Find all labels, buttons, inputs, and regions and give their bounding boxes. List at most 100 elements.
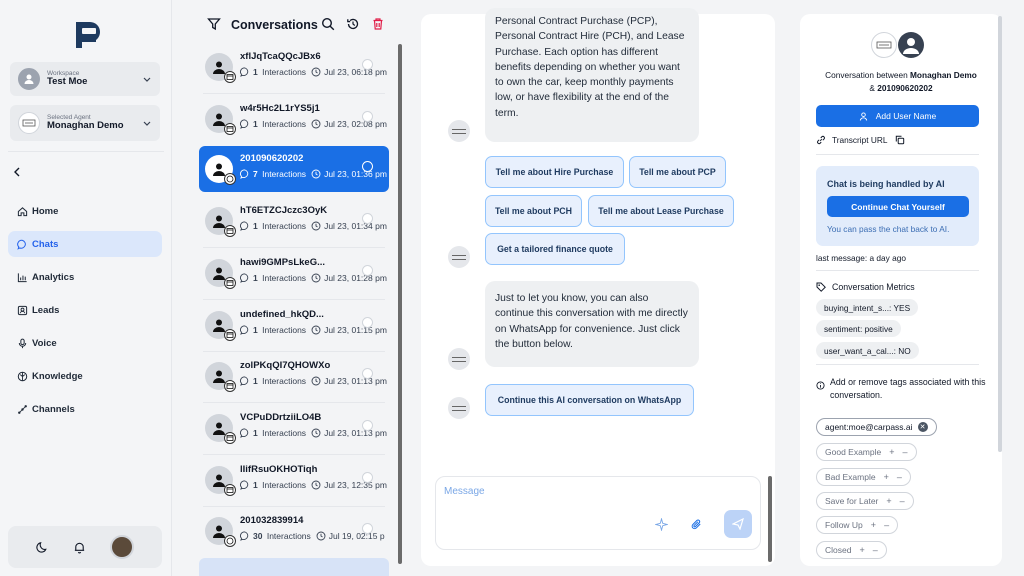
metric-chip: user_want_a_cal...: NO <box>816 342 919 359</box>
conversation-item[interactable]: undefined_hkQD... 1 Interactions Jul 23, 0… <box>199 302 389 348</box>
select-radio[interactable] <box>362 265 373 276</box>
collapse-chevron-icon[interactable] <box>12 166 22 178</box>
select-radio[interactable] <box>362 420 373 431</box>
interactions-label: Interactions <box>262 273 307 283</box>
agent-selector[interactable]: Selected Agent Monaghan Demo <box>10 105 160 141</box>
quick-reply-hire-purchase[interactable]: Tell me about Hire Purchase <box>485 156 624 188</box>
sparkle-icon[interactable] <box>655 518 668 531</box>
sidebar-item-home[interactable]: Home <box>8 198 162 224</box>
sidebar-item-chats[interactable]: Chats <box>8 231 162 257</box>
bot-message-bubble: Just to let you know, you can also conti… <box>485 281 699 367</box>
quick-reply-pch[interactable]: Tell me about PCH <box>485 195 582 227</box>
quick-reply-finance-quote[interactable]: Get a tailored finance quote <box>485 233 625 265</box>
add-tag-button[interactable]: + <box>884 472 889 482</box>
contact-avatar <box>205 207 236 237</box>
sidebar-item-label: Knowledge <box>32 370 83 382</box>
whatsapp-icon <box>226 175 234 183</box>
conversation-name: zolPKqQI7QHOWXo <box>240 360 331 371</box>
conversation-item[interactable]: w4r5Hc2L1rYS5j1 1 Interactions Jul 23, 02:… <box>199 96 389 142</box>
chat-scrollbar[interactable] <box>768 476 772 562</box>
add-user-name-button[interactable]: Add User Name <box>816 105 979 127</box>
add-tag-button[interactable]: + <box>859 545 864 555</box>
details-scrollbar[interactable] <box>998 16 1002 452</box>
contact-avatar <box>898 32 924 58</box>
sidebar-item-leads[interactable]: Leads <box>8 297 162 323</box>
brand-logo[interactable] <box>70 20 102 50</box>
sidebar-item-voice[interactable]: Voice <box>8 330 162 356</box>
conversation-item[interactable]: 201032839914 30 Interactions Jul 19, 02:15… <box>199 508 389 554</box>
conversation-item[interactable]: xflJqTcaQQcJBx6 1 Interactions Jul 23, 06:… <box>199 44 389 90</box>
conversation-time: Jul 23, 12:35 pm <box>324 480 387 490</box>
bell-icon[interactable] <box>73 541 86 554</box>
remove-tag-button[interactable]: – <box>897 472 902 482</box>
agent-value: Monaghan Demo <box>47 120 124 132</box>
agent-avatar <box>18 112 40 134</box>
sidebar-item-analytics[interactable]: Analytics <box>8 264 162 290</box>
channel-badge <box>224 71 236 83</box>
filter-icon[interactable] <box>207 17 221 31</box>
bot-avatar <box>448 120 470 142</box>
interactions-label: Interactions <box>262 325 307 335</box>
select-radio[interactable] <box>362 59 373 70</box>
sidebar-item-channels[interactable]: Channels <box>8 396 162 422</box>
conversation-item[interactable]: hT6ETZCJczc3OyK 1 Interactions Jul 23, 01:… <box>199 198 389 244</box>
remove-tag-button[interactable]: – <box>903 447 908 457</box>
conversation-item[interactable]: zolPKqQI7QHOWXo 1 Interactions Jul 23, 01:… <box>199 353 389 399</box>
conversation-item[interactable]: hawi9GMPsLkeG... 1 Interactions Jul 23, 01… <box>199 250 389 296</box>
list-scrollbar[interactable] <box>398 44 402 564</box>
metrics-header: Conversation Metrics <box>816 282 915 292</box>
select-radio[interactable] <box>362 368 373 379</box>
interactions-label: Interactions <box>262 67 307 77</box>
history-icon[interactable] <box>346 17 360 31</box>
tag-icon <box>816 282 826 292</box>
conversation-divider <box>203 351 385 352</box>
add-tag-button[interactable]: + <box>889 447 894 457</box>
quick-reply-lease-purchase[interactable]: Tell me about Lease Purchase <box>588 195 734 227</box>
tag-chip: Follow Up + – <box>816 516 899 534</box>
select-radio[interactable] <box>362 161 373 172</box>
interactions-label: Interactions <box>262 221 307 231</box>
remove-tag-icon[interactable]: ✕ <box>917 422 928 432</box>
interactions-label: Interactions <box>262 428 307 438</box>
remove-tag-button[interactable]: – <box>900 496 905 506</box>
bot-message-text: Just to let you know, you can also conti… <box>495 293 688 350</box>
add-tag-button[interactable]: + <box>886 496 891 506</box>
transcript-url-link[interactable]: Transcript URL <box>816 135 911 145</box>
select-radio[interactable] <box>362 523 373 534</box>
add-tag-button[interactable]: + <box>871 520 876 530</box>
tag-chip: Good Example + – <box>816 443 917 461</box>
user-avatar[interactable] <box>110 535 134 559</box>
trash-icon[interactable] <box>371 17 385 31</box>
conversation-item[interactable]: 201090620202 7 Interactions Jul 23, 01:36 … <box>199 146 389 192</box>
conversation-item-partial[interactable] <box>199 558 389 576</box>
channel-badge <box>224 329 236 341</box>
select-radio[interactable] <box>362 317 373 328</box>
conversation-name: w4r5Hc2L1rYS5j1 <box>240 103 320 114</box>
tags-info: Add or remove tags associated with this … <box>816 376 986 402</box>
web-icon <box>226 74 234 80</box>
copy-icon[interactable] <box>895 135 905 145</box>
continue-chat-yourself-button[interactable]: Continue Chat Yourself <box>827 196 969 217</box>
attachment-icon[interactable] <box>690 518 703 531</box>
conversation-name: VCPuDDrtziiLO4B <box>240 412 322 423</box>
select-radio[interactable] <box>362 472 373 483</box>
conversation-item[interactable]: VCPuDDrtziiLO4B 1 Interactions Jul 23, 01:… <box>199 405 389 451</box>
search-icon[interactable] <box>321 17 335 31</box>
chat-icon <box>240 325 249 335</box>
conversation-item[interactable]: lIifRsuOKHOTiqh 1 Interactions Jul 23, 12:… <box>199 457 389 503</box>
continue-whatsapp-button[interactable]: Continue this AI conversation on WhatsAp… <box>485 384 694 416</box>
sidebar-item-label: Voice <box>32 337 57 349</box>
interaction-count: 1 <box>253 376 258 386</box>
quick-reply-pcp[interactable]: Tell me about PCP <box>629 156 726 188</box>
workspace-selector[interactable]: Workspace Test Moe <box>10 62 160 96</box>
moon-icon[interactable] <box>36 541 49 554</box>
remove-tag-button[interactable]: – <box>884 520 889 530</box>
send-button[interactable] <box>724 510 752 538</box>
sidebar-item-knowledge[interactable]: Knowledge <box>8 363 162 389</box>
remove-tag-button[interactable]: – <box>873 545 878 555</box>
select-radio[interactable] <box>362 213 373 224</box>
details-divider <box>816 270 979 271</box>
contact-avatar <box>205 362 236 392</box>
tag-chip: Save for Later + – <box>816 492 914 510</box>
select-radio[interactable] <box>362 111 373 122</box>
